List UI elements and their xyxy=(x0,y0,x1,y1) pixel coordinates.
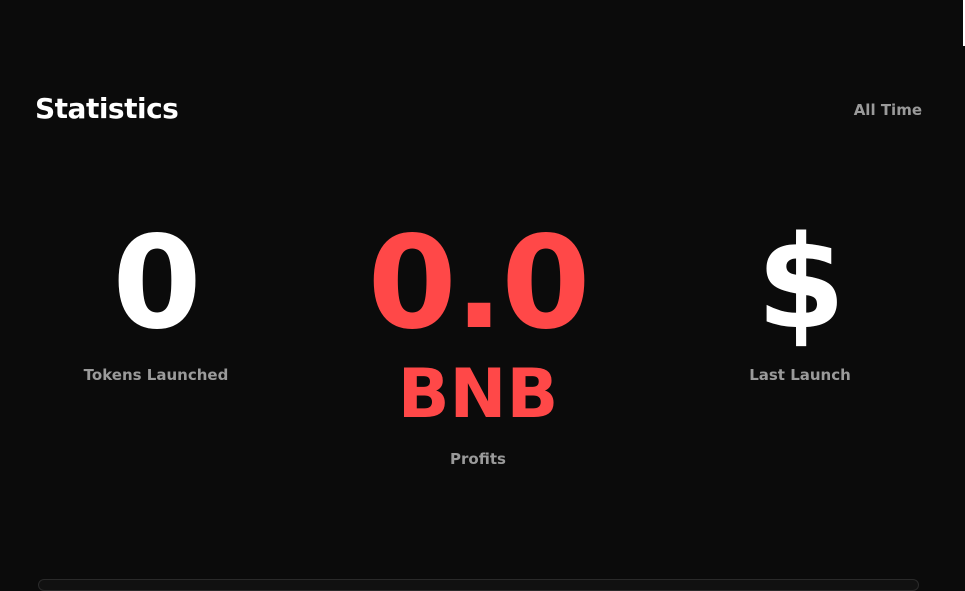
profits-unit: BNB xyxy=(397,355,559,434)
next-card-edge xyxy=(38,579,919,591)
last-launch-label: Last Launch xyxy=(749,366,851,384)
profits-label: Profits xyxy=(450,450,506,468)
time-range-selector[interactable]: All Time xyxy=(854,99,922,119)
tokens-launched-label: Tokens Launched xyxy=(83,366,229,384)
stat-tokens-launched: 0 Tokens Launched xyxy=(56,209,256,385)
tokens-launched-value: 0 xyxy=(112,209,201,358)
last-launch-value: $ xyxy=(756,209,845,358)
profits-value: 0.0 xyxy=(367,209,591,358)
stat-profits: 0.0 BNB Profits xyxy=(330,209,626,469)
statistics-header: Statistics All Time xyxy=(35,92,922,125)
stat-last-launch: $ Last Launch xyxy=(700,209,900,385)
page-title: Statistics xyxy=(35,92,179,125)
